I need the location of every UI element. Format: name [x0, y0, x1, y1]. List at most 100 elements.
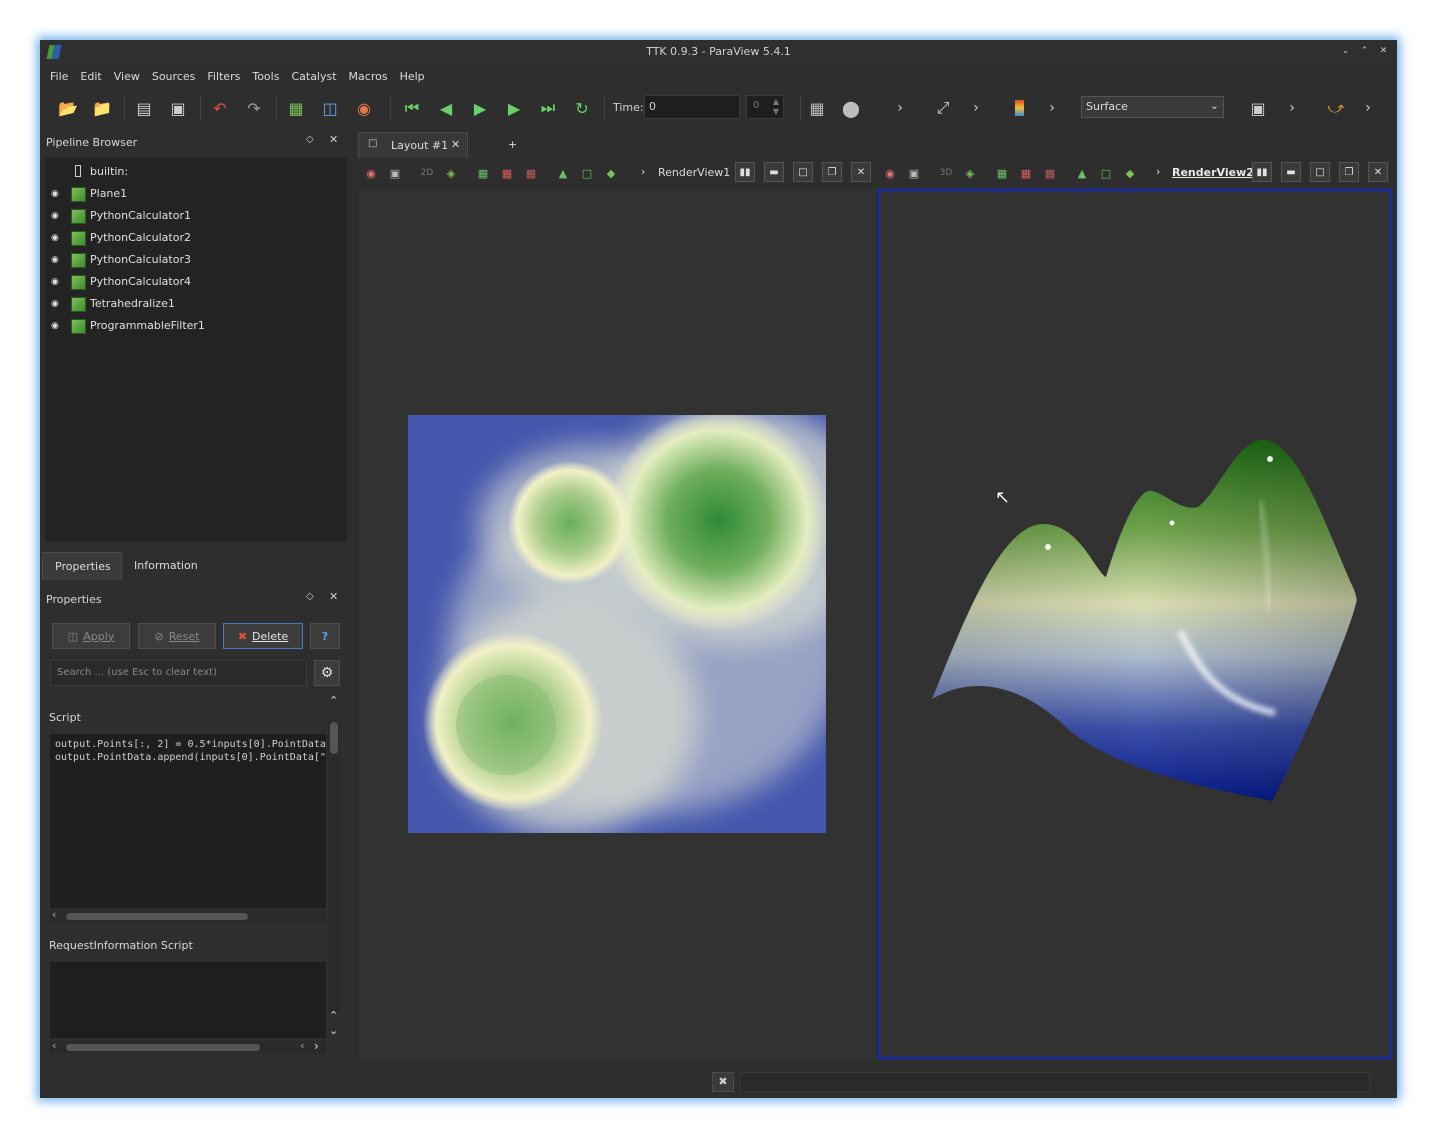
time-input[interactable]: 0: [644, 95, 740, 119]
disconnect-icon[interactable]: ▣: [166, 96, 190, 120]
hover-icon[interactable]: ◆: [603, 165, 619, 181]
properties-vscrollbar[interactable]: [328, 720, 340, 1012]
solid-color-icon[interactable]: ▣: [1246, 96, 1270, 120]
select-cells-icon[interactable]: ▦: [475, 165, 491, 181]
previous-frame-icon[interactable]: ◀: [434, 96, 458, 120]
camera-icon[interactable]: ◉: [363, 165, 379, 181]
eye-icon[interactable]: ◉: [51, 233, 59, 243]
abort-icon[interactable]: ✖: [712, 1072, 734, 1092]
interaction-icon[interactable]: ◈: [962, 165, 978, 181]
script-editor[interactable]: output.Points[:, 2] = 0.5*inputs[0].Poin…: [50, 734, 326, 908]
menu-macros[interactable]: Macros: [349, 70, 388, 83]
representation-select[interactable]: Surface ⌄: [1081, 96, 1224, 118]
menu-tools[interactable]: Tools: [252, 70, 279, 83]
toolbar-overflow-icon-3[interactable]: ›: [1045, 96, 1059, 120]
menu-sources[interactable]: Sources: [152, 70, 196, 83]
view-mode-3d-toggle[interactable]: 3D: [938, 165, 954, 181]
float-icon[interactable]: ◇: [306, 591, 314, 602]
tab-properties[interactable]: Properties: [42, 552, 122, 580]
interaction-icon[interactable]: ◈: [443, 165, 459, 181]
close-view-button[interactable]: ✕: [851, 162, 871, 182]
view-mode-2d-toggle[interactable]: 2D: [419, 165, 435, 181]
float-icon[interactable]: ◇: [306, 134, 314, 145]
split-vertical-button[interactable]: ▬: [1281, 162, 1301, 182]
select-points-icon[interactable]: ▦: [1018, 165, 1034, 181]
maximize-view-button[interactable]: □: [1310, 162, 1330, 182]
menu-view[interactable]: View: [114, 70, 140, 83]
minimize-icon[interactable]: ⌄: [1338, 44, 1353, 59]
split-horizontal-button[interactable]: ▮▮: [1252, 162, 1272, 182]
help-button[interactable]: ?: [310, 623, 340, 649]
redo-icon[interactable]: ↷: [242, 96, 266, 120]
calculator-icon[interactable]: ▦: [805, 96, 829, 120]
add-layout-button[interactable]: +: [508, 138, 517, 151]
tab-information[interactable]: Information: [122, 552, 202, 580]
hover-icon[interactable]: ◆: [1122, 165, 1138, 181]
split-vertical-button[interactable]: ▬: [764, 162, 784, 182]
toolbar-overflow-icon[interactable]: ›: [893, 96, 907, 120]
axes-icon[interactable]: ⤻: [1324, 96, 1348, 120]
connect-icon[interactable]: ▤: [132, 96, 156, 120]
select-points-icon[interactable]: ▦: [499, 165, 515, 181]
menu-edit[interactable]: Edit: [80, 70, 101, 83]
pipeline-item-pythoncalculator4[interactable]: ◉ PythonCalculator4: [45, 271, 347, 293]
split-horizontal-button[interactable]: ▮▮: [735, 162, 755, 182]
polygon-select-icon[interactable]: □: [1098, 165, 1114, 181]
menu-help[interactable]: Help: [400, 70, 425, 83]
select-cells-icon[interactable]: ▦: [994, 165, 1010, 181]
pipeline-item-pythoncalculator2[interactable]: ◉ PythonCalculator2: [45, 227, 347, 249]
frustum-icon[interactable]: ▲: [1074, 165, 1090, 181]
eye-icon[interactable]: ◉: [51, 211, 59, 221]
render-view-1[interactable]: [359, 190, 876, 1060]
toolbar-overflow-icon-5[interactable]: ›: [1361, 96, 1375, 120]
apply-button[interactable]: ◫ Apply: [52, 623, 130, 649]
chevron-down-icon[interactable]: ⌄: [329, 1024, 338, 1037]
pipeline-item-pythoncalculator3[interactable]: ◉ PythonCalculator3: [45, 249, 347, 271]
close-icon[interactable]: ✕: [1376, 44, 1391, 59]
chevron-left-icon[interactable]: ‹: [52, 908, 56, 921]
undo-icon[interactable]: ↶: [208, 96, 232, 120]
delete-button[interactable]: ✖ Delete: [223, 623, 303, 649]
last-frame-icon[interactable]: ⏭: [536, 96, 560, 120]
capture-icon[interactable]: ▣: [387, 165, 403, 181]
pipeline-item-tetrahedralize1[interactable]: ◉ Tetrahedralize1: [45, 293, 347, 315]
reset-button[interactable]: ⊘ Reset: [138, 623, 216, 649]
palette-icon[interactable]: ◉: [352, 96, 376, 120]
close-view-button[interactable]: ✕: [1368, 162, 1388, 182]
eye-icon[interactable]: ◉: [51, 321, 59, 331]
eye-icon[interactable]: ◉: [51, 255, 59, 265]
eye-icon[interactable]: ◉: [51, 277, 59, 287]
next-frame-icon[interactable]: ▶: [502, 96, 526, 120]
menu-file[interactable]: File: [50, 70, 68, 83]
contour-icon[interactable]: ⬤: [839, 96, 863, 120]
toolbar-overflow-icon[interactable]: ›: [641, 165, 645, 178]
maximize-icon[interactable]: ⌃: [1357, 44, 1372, 59]
find-data-icon[interactable]: ▦: [284, 96, 308, 120]
frustum-icon[interactable]: ▲: [555, 165, 571, 181]
chevron-left-icon[interactable]: ‹: [300, 1039, 304, 1052]
select-block-icon[interactable]: ▦: [1042, 165, 1058, 181]
eye-icon[interactable]: ◉: [51, 189, 59, 199]
menu-filters[interactable]: Filters: [207, 70, 240, 83]
timestep-spinbox[interactable]: 0 ▲ ▼: [746, 95, 784, 119]
camera-icon[interactable]: ◉: [882, 165, 898, 181]
request-script-hscrollbar[interactable]: ‹ ‹ ›: [50, 1039, 326, 1053]
chevron-left-icon[interactable]: ‹: [52, 1039, 56, 1052]
color-map-icon[interactable]: [1007, 96, 1031, 120]
first-frame-icon[interactable]: ⏮: [400, 96, 424, 120]
pipeline-item-plane1[interactable]: ◉ Plane1: [45, 183, 347, 205]
save-state-icon[interactable]: ◫: [318, 96, 342, 120]
menu-catalyst[interactable]: Catalyst: [291, 70, 336, 83]
advanced-properties-gear-icon[interactable]: ⚙: [314, 660, 340, 686]
restore-view-button[interactable]: ❐: [822, 162, 842, 182]
reset-camera-icon[interactable]: ⤢: [931, 96, 955, 120]
open-file-icon[interactable]: 📂: [56, 96, 80, 120]
tab-layout-1[interactable]: □ Layout #1 ✕: [358, 132, 468, 158]
render-view-2[interactable]: ↖: [878, 189, 1392, 1059]
polygon-select-icon[interactable]: □: [579, 165, 595, 181]
chevron-right-icon[interactable]: ›: [314, 1039, 319, 1053]
toolbar-overflow-icon-4[interactable]: ›: [1285, 96, 1299, 120]
play-icon[interactable]: ▶: [468, 96, 492, 120]
property-search-input[interactable]: Search ... (use Esc to clear text): [50, 660, 307, 686]
chevron-up-icon[interactable]: ⌃: [329, 1009, 338, 1022]
